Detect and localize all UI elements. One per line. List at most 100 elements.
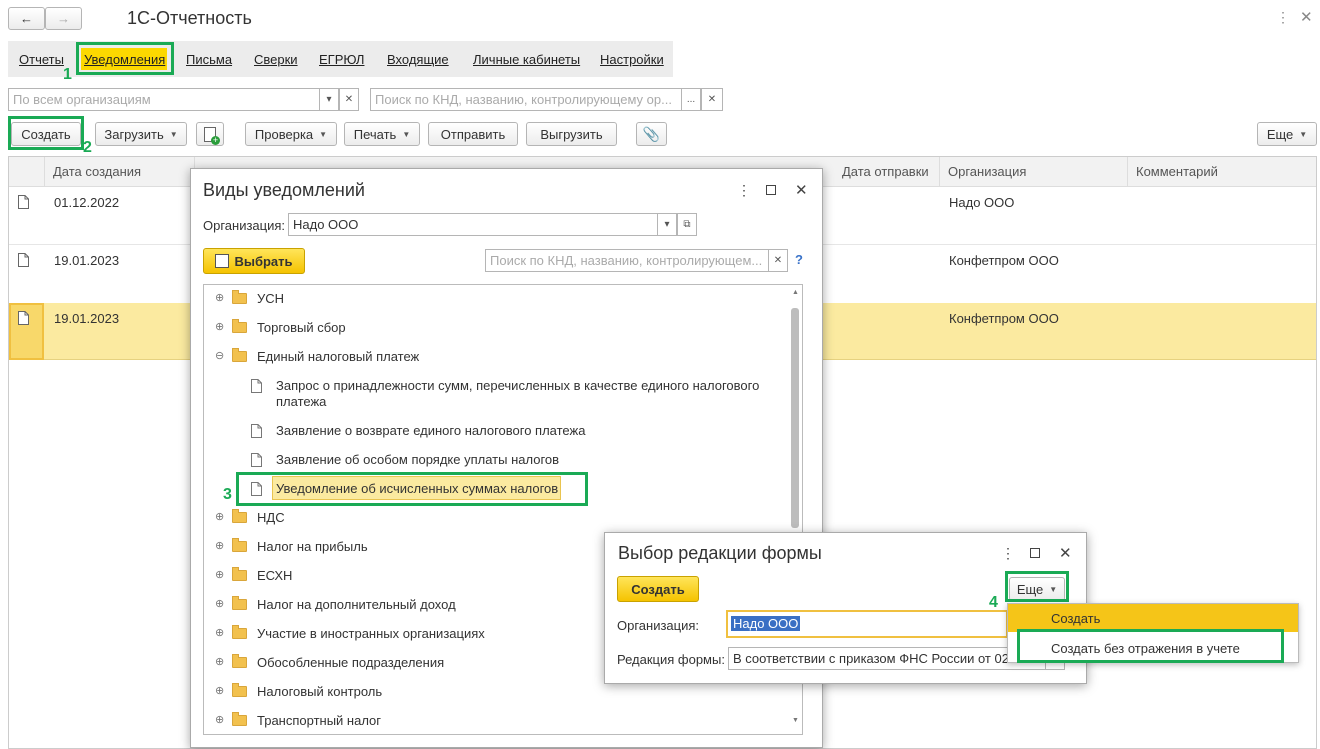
app-title: 1С-Отчетность xyxy=(127,8,252,28)
tree-item[interactable]: Налоговый контроль xyxy=(257,684,382,699)
tree-item[interactable]: ЕСХН xyxy=(257,568,292,583)
annotation-box-1 xyxy=(76,42,174,75)
folder-icon xyxy=(232,538,247,552)
expand-icon[interactable]: ⊕ xyxy=(215,568,224,581)
tree-item[interactable]: УСН xyxy=(257,291,284,306)
annotation-1: 1 xyxy=(63,66,72,83)
folder-icon xyxy=(232,290,247,304)
row-date: 19.01.2023 xyxy=(54,253,120,268)
org-dropdown-button[interactable]: ▾ xyxy=(657,213,677,236)
kebab-menu-icon[interactable]: ⋮ xyxy=(1001,545,1015,562)
folder-icon xyxy=(232,509,247,523)
kinds-search-clear[interactable]: ✕ xyxy=(768,249,788,272)
expand-icon[interactable]: ⊕ xyxy=(215,510,224,523)
collapse-icon[interactable]: ⊖ xyxy=(215,349,224,362)
tree-item[interactable]: Обособленные подразделения xyxy=(257,655,444,670)
tab-personal-accounts[interactable]: Личные кабинеты xyxy=(473,52,580,67)
expand-icon[interactable]: ⊕ xyxy=(215,626,224,639)
expand-icon[interactable]: ⊕ xyxy=(215,320,224,333)
check-button[interactable]: Проверка ▼ xyxy=(245,122,337,146)
org-clear-button[interactable]: ✕ xyxy=(339,88,359,111)
column-header-comment[interactable]: Комментарий xyxy=(1128,157,1316,187)
load-button[interactable]: Загрузить ▼ xyxy=(95,122,187,146)
open-icon: ⧉ xyxy=(683,219,691,230)
search-clear-button[interactable]: ✕ xyxy=(701,88,723,111)
expand-icon[interactable]: ⊕ xyxy=(215,713,224,726)
tree-item[interactable]: Заявление о возврате единого налогового … xyxy=(276,423,585,438)
chevron-down-icon: ▼ xyxy=(169,129,178,139)
add-file-button[interactable]: + xyxy=(196,122,224,146)
search-input[interactable]: Поиск по КНД, названию, контролирующему … xyxy=(370,88,682,111)
scroll-up-icon[interactable]: ▲ xyxy=(792,289,799,296)
edition-create-button[interactable]: Создать xyxy=(617,576,699,602)
tab-incoming[interactable]: Входящие xyxy=(387,52,449,67)
tree-item[interactable]: Транспортный налог xyxy=(257,713,381,728)
column-header-org[interactable]: Организация xyxy=(940,157,1128,187)
org-dropdown-button[interactable]: ▾ xyxy=(319,88,339,111)
kinds-search-input[interactable]: Поиск по КНД, названию, контролирующем..… xyxy=(485,249,769,272)
tree-item[interactable]: Налог на дополнительный доход xyxy=(257,597,456,612)
org-label: Организация: xyxy=(617,618,700,633)
annotation-box-3 xyxy=(236,472,588,506)
export-button[interactable]: Выгрузить xyxy=(526,122,617,146)
organization-filter[interactable]: По всем организациям xyxy=(8,88,320,111)
folder-icon xyxy=(232,596,247,610)
tree-item[interactable]: Участие в иностранных организациях xyxy=(257,626,485,641)
folder-icon xyxy=(232,712,247,726)
expand-icon[interactable]: ⊕ xyxy=(215,655,224,668)
print-button[interactable]: Печать ▼ xyxy=(344,122,420,146)
search-select-button[interactable]: ... xyxy=(681,88,701,111)
help-icon[interactable]: ? xyxy=(795,252,803,267)
tree-item[interactable]: Торговый сбор xyxy=(257,320,346,335)
organization-field[interactable]: Надо ООО xyxy=(731,616,801,631)
annotation-3: 3 xyxy=(223,486,232,503)
expand-icon[interactable]: ⊕ xyxy=(215,539,224,552)
close-icon[interactable]: ✕ xyxy=(1300,8,1313,26)
more-button[interactable]: Еще ▼ xyxy=(1257,122,1317,146)
close-icon[interactable]: ✕ xyxy=(1059,544,1072,562)
tree-item[interactable]: Запрос о принадлежности сумм, перечислен… xyxy=(276,378,776,410)
tab-reports[interactable]: Отчеты xyxy=(19,52,64,67)
org-label: Организация: xyxy=(203,218,286,233)
chevron-down-icon: ▾ xyxy=(326,94,332,105)
close-icon[interactable]: ✕ xyxy=(795,181,808,199)
document-icon xyxy=(251,453,262,467)
back-button[interactable]: ← xyxy=(8,7,45,30)
edition-label: Редакция формы: xyxy=(617,652,725,667)
send-button[interactable]: Отправить xyxy=(428,122,518,146)
scrollbar-thumb[interactable] xyxy=(791,308,799,528)
select-button[interactable]: Выбрать xyxy=(203,248,305,274)
folder-icon xyxy=(232,319,247,333)
scroll-down-icon[interactable]: ▼ xyxy=(792,717,799,724)
expand-icon[interactable]: ⊕ xyxy=(215,291,224,304)
folder-icon xyxy=(232,567,247,581)
organization-field[interactable]: Надо ООО xyxy=(288,213,658,236)
column-header-date[interactable]: Дата создания xyxy=(45,157,195,187)
chevron-down-icon: ▼ xyxy=(402,129,411,139)
tree-item[interactable]: Единый налоговый платеж xyxy=(257,349,419,364)
column-header-sent[interactable]: Дата отправки xyxy=(834,157,940,187)
attach-button[interactable]: 📎 xyxy=(636,122,667,146)
document-icon xyxy=(18,253,29,267)
maximize-icon[interactable] xyxy=(1030,548,1040,558)
expand-icon[interactable]: ⊕ xyxy=(215,684,224,697)
tab-letters[interactable]: Письма xyxy=(186,52,232,67)
kebab-menu-icon[interactable]: ⋮ xyxy=(1276,9,1290,26)
org-open-button[interactable]: ⧉ xyxy=(677,213,697,236)
kebab-menu-icon[interactable]: ⋮ xyxy=(737,182,751,199)
annotation-box-4 xyxy=(1005,571,1069,602)
tab-reconciliations[interactable]: Сверки xyxy=(254,52,298,67)
edition-field[interactable]: В соответствии с приказом ФНС России от … xyxy=(728,647,1046,670)
forward-button[interactable]: → xyxy=(45,7,82,30)
tree-item[interactable]: НДС xyxy=(257,510,285,525)
add-document-icon: + xyxy=(204,126,220,145)
tab-egrul[interactable]: ЕГРЮЛ xyxy=(319,52,364,67)
expand-icon[interactable]: ⊕ xyxy=(215,597,224,610)
menu-item-create-label: Создать xyxy=(1051,611,1101,626)
tree-item[interactable]: Налог на прибыль xyxy=(257,539,368,554)
tree-item[interactable]: Заявление об особом порядке уплаты налог… xyxy=(276,452,559,467)
column-header-icon[interactable] xyxy=(9,157,45,187)
folder-icon xyxy=(232,625,247,639)
tab-settings[interactable]: Настройки xyxy=(600,52,664,67)
maximize-icon[interactable] xyxy=(766,185,776,195)
